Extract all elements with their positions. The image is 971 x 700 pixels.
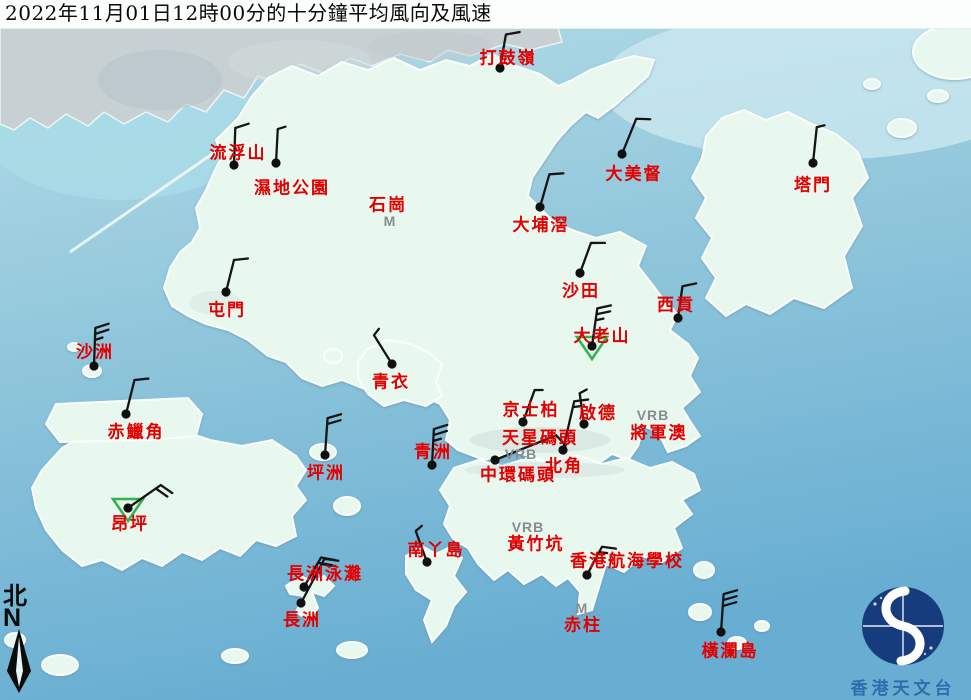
- wind-barb: [128, 485, 172, 508]
- station-dot: [495, 63, 504, 72]
- wind-barb: [234, 124, 249, 165]
- station-dot: [123, 503, 132, 512]
- north-letter-label: N: [3, 607, 37, 629]
- wind-barb: [416, 526, 427, 562]
- wind-barb: [374, 329, 392, 364]
- wind-barb: [304, 558, 335, 587]
- station-dot: [296, 598, 305, 607]
- station-dot: [575, 268, 584, 277]
- hko-name-chinese: 香港天文台: [835, 674, 971, 699]
- wind-barb: [325, 414, 341, 455]
- station-dot: [587, 341, 596, 350]
- station-dot: [579, 419, 588, 428]
- station-dot: [271, 158, 280, 167]
- wind-barb: [126, 379, 148, 414]
- station-dot: [89, 361, 98, 370]
- station-dot: [617, 149, 626, 158]
- wind-barb: [94, 324, 109, 366]
- wind-barb: [721, 590, 737, 632]
- station-dot: [808, 158, 817, 167]
- station-dot: [716, 627, 725, 636]
- wind-barb: [523, 390, 543, 422]
- wind-barb: [500, 32, 520, 68]
- hko-emblem-icon: [861, 586, 945, 668]
- station-dot: [221, 287, 230, 296]
- wind-barb: [226, 258, 248, 292]
- station-dot: [320, 450, 329, 459]
- north-arrow-icon: [4, 629, 34, 693]
- wind-barb: [580, 243, 605, 273]
- wind-barb: [622, 119, 650, 154]
- wind-barb: [813, 125, 825, 163]
- station-dot: [535, 202, 544, 211]
- wind-barb: [495, 435, 566, 460]
- station-dot: [558, 445, 567, 454]
- wind-map-screen: 2022年11月01日12時00分的十分鐘平均風向及風速 打鼓嶺流浮山濕地公園石…: [0, 0, 971, 700]
- station-dot: [582, 570, 591, 579]
- station-dot: [121, 409, 130, 418]
- station-dot: [422, 557, 431, 566]
- wind-barb: [276, 127, 285, 163]
- hko-logo: 香港天文台 HONG KONG OBSERVATORY: [835, 586, 971, 700]
- title-bar: 2022年11月01日12時00分的十分鐘平均風向及風速: [0, 0, 971, 29]
- station-dot: [490, 455, 499, 464]
- station-dot: [229, 160, 238, 169]
- wind-barb: [587, 547, 616, 575]
- station-dot: [427, 460, 436, 469]
- wind-barb: [592, 305, 611, 346]
- station-dot: [673, 313, 682, 322]
- station-dot: [387, 359, 396, 368]
- wind-barb: [432, 425, 447, 465]
- north-indicator: 北 N: [3, 583, 37, 698]
- wind-barb: [540, 173, 563, 207]
- wind-barb: [678, 283, 696, 318]
- station-symbols-layer: [0, 0, 971, 700]
- station-dot: [518, 417, 527, 426]
- map-title: 2022年11月01日12時00分的十分鐘平均風向及風速: [0, 0, 971, 27]
